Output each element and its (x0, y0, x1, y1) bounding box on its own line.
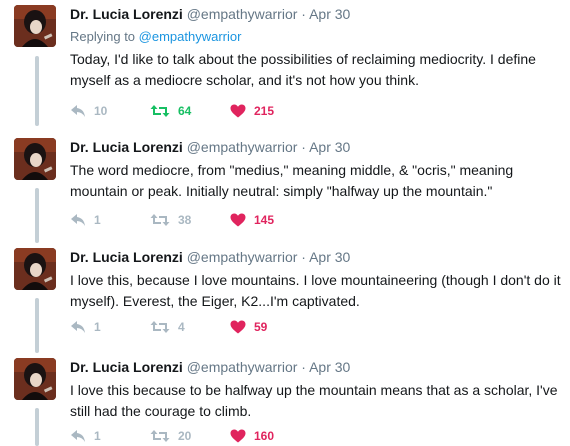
tweet-header: Dr. Lucia Lorenzi @empathywarrior · Apr … (70, 358, 564, 376)
reply-icon (71, 214, 85, 226)
heart-icon (230, 213, 246, 227)
separator: · (301, 139, 306, 155)
timestamp[interactable]: Apr 30 (309, 359, 350, 375)
retweet-button[interactable]: 38 (150, 211, 191, 229)
author-name[interactable]: Dr. Lucia Lorenzi (70, 6, 183, 22)
separator: · (301, 6, 306, 22)
tweet-header: Dr. Lucia Lorenzi @empathywarrior · Apr … (70, 138, 564, 156)
tweet-text: The word mediocre, from "medius," meanin… (70, 162, 514, 199)
like-count: 145 (254, 213, 275, 227)
author-name[interactable]: Dr. Lucia Lorenzi (70, 359, 183, 375)
retweet-icon (150, 430, 170, 442)
reply-count: 1 (94, 320, 101, 334)
tweet-text: I love this, because I love mountains. I… (70, 272, 561, 309)
tweet[interactable]: Dr. Lucia Lorenzi @empathywarrior · Apr … (0, 138, 570, 238)
tweet[interactable]: Dr. Lucia Lorenzi @empathywarrior · Apr … (0, 358, 570, 446)
replying-to: Replying to @empathywarrior (70, 29, 564, 45)
tweet[interactable]: Dr. Lucia Lorenzi @empathywarrior · Apr … (0, 5, 570, 125)
author-handle[interactable]: @empathywarrior (187, 359, 298, 375)
reply-count: 1 (94, 213, 101, 227)
retweet-icon (150, 105, 170, 117)
like-count: 160 (254, 429, 275, 443)
tweet-text: I love this because to be halfway up the… (70, 382, 558, 419)
retweet-count: 64 (178, 104, 192, 118)
retweet-count: 4 (178, 320, 185, 334)
like-count: 59 (254, 320, 268, 334)
separator: · (301, 359, 306, 375)
separator: · (301, 249, 306, 265)
tweet-text: Today, I'd like to talk about the possib… (70, 51, 536, 88)
tweet-header: Dr. Lucia Lorenzi @empathywarrior · Apr … (70, 248, 564, 266)
reply-icon (71, 321, 85, 333)
author-handle[interactable]: @empathywarrior (187, 6, 298, 22)
reply-count: 10 (94, 104, 108, 118)
like-button[interactable]: 215 (230, 102, 274, 120)
avatar[interactable] (14, 358, 56, 400)
author-name[interactable]: Dr. Lucia Lorenzi (70, 249, 183, 265)
retweet-icon (150, 214, 170, 226)
tweet-header: Dr. Lucia Lorenzi @empathywarrior · Apr … (70, 5, 564, 23)
timestamp[interactable]: Apr 30 (309, 139, 350, 155)
author-handle[interactable]: @empathywarrior (187, 249, 298, 265)
avatar[interactable] (14, 5, 56, 47)
replying-prefix: Replying to (70, 29, 136, 44)
retweet-count: 38 (178, 213, 192, 227)
reply-icon (71, 430, 85, 442)
timestamp[interactable]: Apr 30 (309, 249, 350, 265)
replying-mention-link[interactable]: @empathywarrior (139, 29, 242, 44)
heart-icon (230, 429, 246, 443)
retweet-button[interactable]: 20 (150, 427, 191, 445)
heart-icon (230, 104, 246, 118)
avatar[interactable] (14, 248, 56, 290)
avatar[interactable] (14, 138, 56, 180)
heart-icon (230, 320, 246, 334)
like-button[interactable]: 160 (230, 427, 274, 445)
like-button[interactable]: 145 (230, 211, 274, 229)
reply-button[interactable]: 1 (70, 318, 101, 336)
timestamp[interactable]: Apr 30 (309, 6, 350, 22)
tweet[interactable]: Dr. Lucia Lorenzi @empathywarrior · Apr … (0, 248, 570, 348)
reply-count: 1 (94, 429, 101, 443)
like-button[interactable]: 59 (230, 318, 267, 336)
reply-icon (71, 105, 85, 117)
author-handle[interactable]: @empathywarrior (187, 139, 298, 155)
author-name[interactable]: Dr. Lucia Lorenzi (70, 139, 183, 155)
reply-button[interactable]: 10 (70, 102, 107, 120)
retweet-button[interactable]: 4 (150, 318, 185, 336)
reply-button[interactable]: 1 (70, 427, 101, 445)
retweet-icon (150, 321, 170, 333)
retweet-button[interactable]: 64 (150, 102, 191, 120)
retweet-count: 20 (178, 429, 192, 443)
reply-button[interactable]: 1 (70, 211, 101, 229)
like-count: 215 (254, 104, 275, 118)
